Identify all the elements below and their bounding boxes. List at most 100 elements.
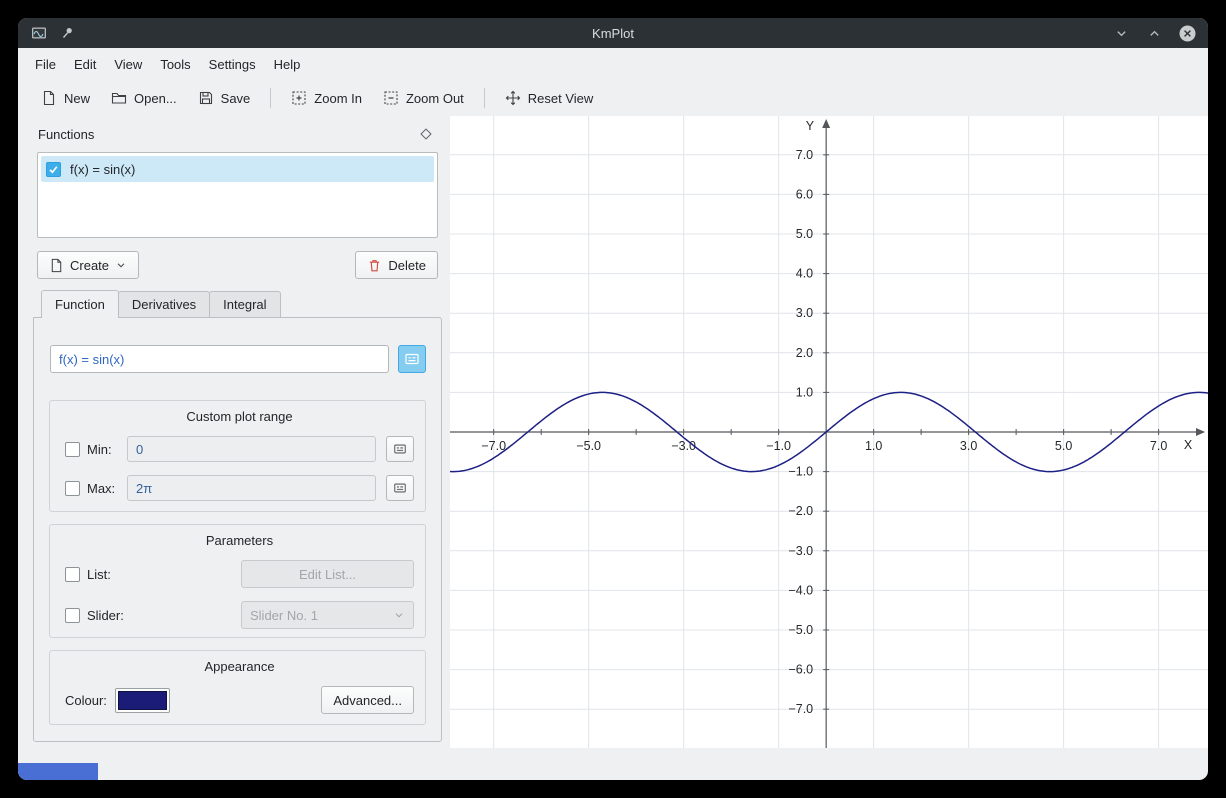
- x-tick-label: −1.0: [766, 439, 791, 453]
- delete-button-label: Delete: [388, 258, 426, 273]
- zoom-out-icon: [383, 90, 399, 106]
- function-list: f(x) = sin(x): [37, 152, 438, 238]
- max-row: Max:: [65, 475, 414, 501]
- x-tick-label: 1.0: [865, 439, 882, 453]
- new-button[interactable]: New: [32, 84, 99, 112]
- function-visible-checkbox[interactable]: [46, 162, 61, 177]
- create-button[interactable]: Create: [37, 251, 139, 279]
- equation-row: [50, 345, 426, 373]
- new-button-label: New: [64, 91, 90, 106]
- equation-editor-button[interactable]: [398, 345, 426, 373]
- advanced-button[interactable]: Advanced...: [321, 686, 414, 714]
- toolbar-separator: [484, 88, 485, 108]
- tab-derivatives[interactable]: Derivatives: [118, 291, 210, 317]
- delete-button[interactable]: Delete: [355, 251, 438, 279]
- edit-list-button[interactable]: Edit List...: [241, 560, 414, 588]
- open-button[interactable]: Open...: [102, 84, 186, 112]
- kmplot-app-icon: [30, 24, 48, 42]
- tab-integral[interactable]: Integral: [209, 291, 280, 317]
- kmplot-window: KmPlot File Edit View Tools Settings Hel…: [18, 18, 1208, 780]
- equation-editor-icon: [404, 351, 420, 367]
- y-tick-label: −5.0: [788, 623, 813, 637]
- x-axis-arrow: [1196, 428, 1205, 436]
- maximize-button[interactable]: [1145, 24, 1163, 42]
- colour-swatch: [118, 691, 167, 710]
- plot-range-title: Custom plot range: [65, 409, 414, 424]
- zoom-out-button[interactable]: Zoom Out: [374, 84, 473, 112]
- colour-swatch-button[interactable]: [115, 688, 170, 713]
- save-button-label: Save: [221, 91, 251, 106]
- zoom-in-icon: [291, 90, 307, 106]
- titlebar[interactable]: KmPlot: [18, 18, 1208, 48]
- y-tick-label: 1.0: [796, 385, 813, 399]
- colour-row: Colour: Advanced...: [65, 686, 414, 714]
- formula-icon: [393, 481, 407, 495]
- menu-view[interactable]: View: [105, 52, 151, 77]
- close-icon: [1179, 25, 1196, 42]
- colour-label: Colour:: [65, 693, 107, 708]
- x-tick-label: −3.0: [671, 439, 696, 453]
- dock-header: Functions: [33, 116, 442, 152]
- chevron-down-icon: [1114, 26, 1129, 41]
- min-row: Min:: [65, 436, 414, 462]
- menu-settings[interactable]: Settings: [200, 52, 265, 77]
- close-button[interactable]: [1178, 24, 1196, 42]
- max-checkbox[interactable]: [65, 481, 80, 496]
- menu-tools[interactable]: Tools: [151, 52, 199, 77]
- tab-function[interactable]: Function: [41, 290, 119, 318]
- max-label: Max:: [87, 481, 127, 496]
- y-axis-name: Y: [806, 119, 815, 133]
- statusbar-accent: [18, 763, 98, 780]
- plot-area[interactable]: −7.0−5.0−3.0−1.01.03.05.07.0−7.0−6.0−5.0…: [450, 116, 1208, 748]
- slider-select-value: Slider No. 1: [250, 608, 318, 623]
- checkmark-icon: [48, 164, 59, 175]
- save-button[interactable]: Save: [189, 84, 260, 112]
- statusbar: [18, 748, 1208, 780]
- parameter-slider-row: Slider: Slider No. 1: [65, 601, 414, 629]
- slider-select[interactable]: Slider No. 1: [241, 601, 414, 629]
- zoom-in-button-label: Zoom In: [314, 91, 362, 106]
- min-checkbox[interactable]: [65, 442, 80, 457]
- open-folder-icon: [111, 90, 127, 106]
- reset-view-button[interactable]: Reset View: [496, 84, 603, 112]
- min-editor-button[interactable]: [386, 436, 414, 462]
- save-icon: [198, 90, 214, 106]
- open-button-label: Open...: [134, 91, 177, 106]
- max-editor-button[interactable]: [386, 475, 414, 501]
- pin-icon[interactable]: [59, 24, 77, 42]
- y-tick-label: 4.0: [796, 267, 813, 281]
- function-list-item[interactable]: f(x) = sin(x): [41, 156, 434, 182]
- dock-tabs: Function Derivatives Integral: [33, 290, 442, 317]
- slider-checkbox[interactable]: [65, 608, 80, 623]
- dock-float-icon[interactable]: [420, 128, 431, 139]
- min-label: Min:: [87, 442, 127, 457]
- y-tick-label: −2.0: [788, 504, 813, 518]
- min-input[interactable]: [127, 436, 376, 462]
- list-checkbox[interactable]: [65, 567, 80, 582]
- formula-icon: [393, 442, 407, 456]
- zoom-in-button[interactable]: Zoom In: [282, 84, 371, 112]
- x-tick-label: −7.0: [481, 439, 506, 453]
- max-input[interactable]: [127, 475, 376, 501]
- chevron-up-icon: [1147, 26, 1162, 41]
- y-tick-label: 2.0: [796, 346, 813, 360]
- main-area: Functions f(x) = sin(x) Create: [18, 116, 1208, 748]
- menu-edit[interactable]: Edit: [65, 52, 105, 77]
- function-item-label: f(x) = sin(x): [70, 162, 135, 177]
- y-axis-arrow: [822, 119, 830, 128]
- create-function-icon: [49, 258, 64, 273]
- y-tick-label: 6.0: [796, 187, 813, 201]
- list-label: List:: [87, 567, 127, 582]
- menu-help[interactable]: Help: [265, 52, 310, 77]
- y-tick-label: −4.0: [788, 583, 813, 597]
- list-buttons-row: Create Delete: [37, 251, 438, 279]
- trash-icon: [367, 258, 382, 273]
- y-tick-label: −3.0: [788, 544, 813, 558]
- x-axis-name: X: [1184, 438, 1193, 452]
- menu-file[interactable]: File: [26, 52, 65, 77]
- shade-button[interactable]: [1112, 24, 1130, 42]
- equation-input[interactable]: [50, 345, 389, 373]
- x-tick-label: 5.0: [1055, 439, 1072, 453]
- menubar: File Edit View Tools Settings Help: [18, 48, 1208, 80]
- y-tick-label: 5.0: [796, 227, 813, 241]
